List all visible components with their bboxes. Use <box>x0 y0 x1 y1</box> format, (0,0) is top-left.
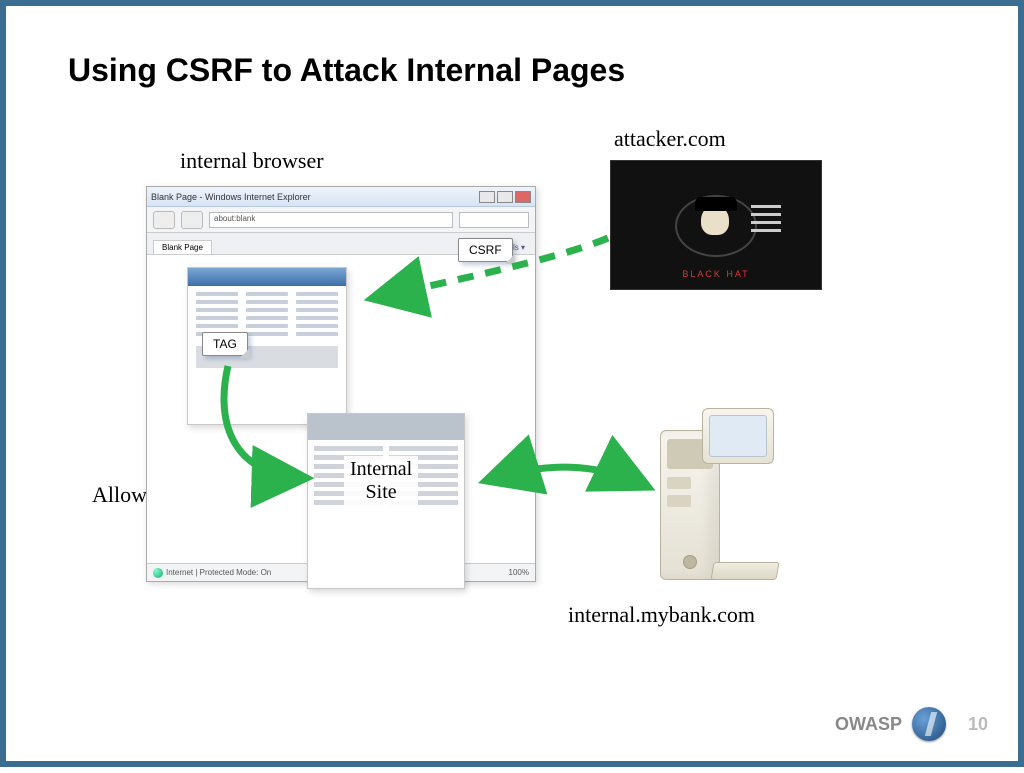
tag-callout: TAG <box>202 332 248 356</box>
status-text: Internet | Protected Mode: On <box>166 568 271 577</box>
browser-title-text: Blank Page - Windows Internet Explorer <box>151 192 311 202</box>
server-icon <box>654 408 774 580</box>
search-box <box>459 212 529 228</box>
browser-tab: Blank Page <box>153 240 212 254</box>
hat-icon <box>695 197 737 211</box>
window-buttons <box>479 191 531 203</box>
label-attacker: attacker.com <box>614 126 726 152</box>
slide-title: Using CSRF to Attack Internal Pages <box>68 52 625 89</box>
label-internal-browser: internal browser <box>180 148 324 174</box>
footer: OWASP 10 <box>835 707 988 741</box>
owasp-logo-icon <box>912 707 946 741</box>
browser-titlebar: Blank Page - Windows Internet Explorer <box>147 187 535 207</box>
browser-content <box>147 255 535 563</box>
page-number: 10 <box>968 714 988 735</box>
globe-icon <box>153 568 163 578</box>
csrf-callout: CSRF <box>458 238 513 262</box>
browser-toolbar: about:blank <box>147 207 535 233</box>
address-bar: about:blank <box>209 212 453 228</box>
back-button-icon <box>153 211 175 229</box>
attacker-red-text: BLACK HAT <box>611 269 821 279</box>
footer-org: OWASP <box>835 714 902 735</box>
label-internal-server: internal.mybank.com <box>568 602 755 628</box>
forward-button-icon <box>181 211 203 229</box>
zoom-text: 100% <box>509 568 529 577</box>
attacker-site: BLACK HAT <box>610 160 822 290</box>
internal-site-label: Internal Site <box>344 456 418 506</box>
